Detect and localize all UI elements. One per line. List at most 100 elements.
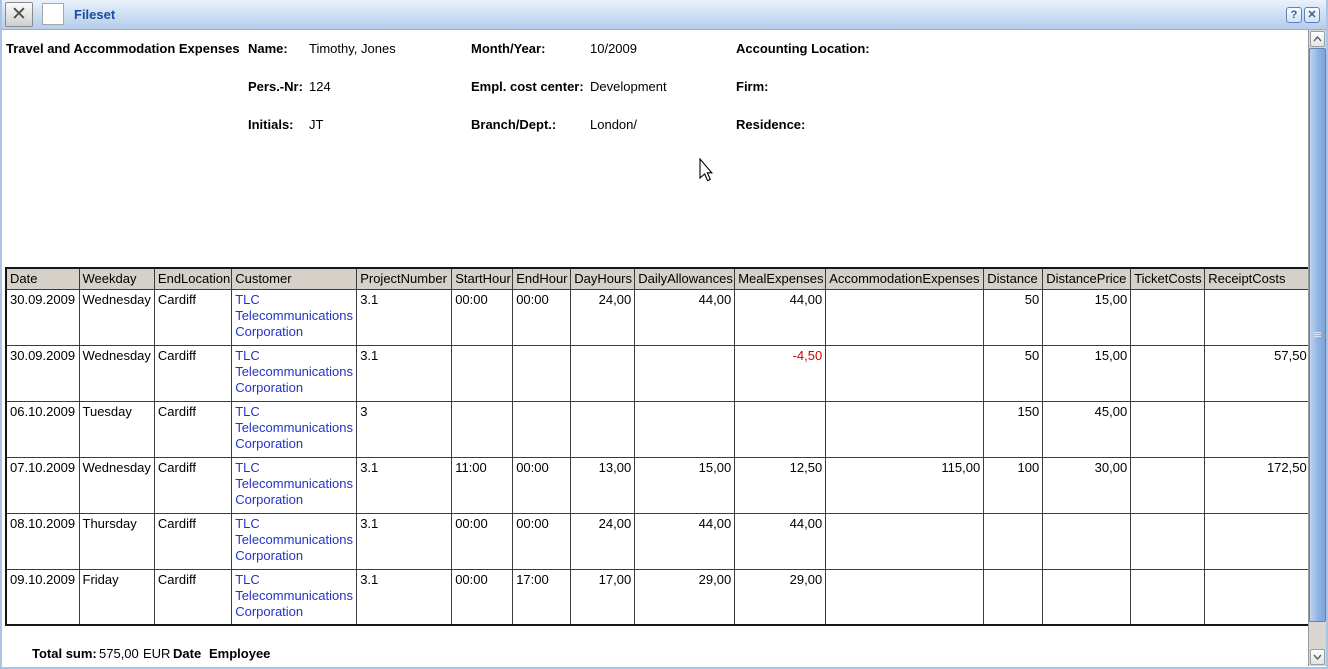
cell-endhour: 17:00 [513,569,571,625]
cell-ticketcosts [1131,457,1205,513]
cell-weekday: Thursday [79,513,154,569]
cell-accommodationexpenses [826,569,984,625]
column-header-weekday: Weekday [79,268,154,289]
cell-date: 30.09.2009 [6,289,79,345]
total-sum-label: Total sum: [32,646,97,661]
cell-distance [984,569,1043,625]
cell-receiptcosts [1205,513,1311,569]
column-header-dayhours: DayHours [571,268,635,289]
column-header-endhour: EndHour [513,268,571,289]
cell-dayhours [571,401,635,457]
vertical-scrollbar[interactable] [1308,30,1326,666]
cell-projectnumber: 3.1 [357,345,452,401]
month-year-value: 10/2009 [590,41,637,56]
cell-distanceprice: 45,00 [1043,401,1131,457]
cell-distance: 100 [984,457,1043,513]
month-year-label: Month/Year: [471,41,545,56]
cell-weekday: Wednesday [79,457,154,513]
cell-distanceprice [1043,513,1131,569]
cell-dailyallowances: 15,00 [635,457,735,513]
fileset-window: ✕ Fileset ? ✕ Travel and Accommodation E… [0,0,1328,669]
cell-weekday: Friday [79,569,154,625]
cell-receiptcosts [1205,401,1311,457]
cell-distanceprice: 15,00 [1043,345,1131,401]
scroll-up-icon[interactable] [1310,31,1325,47]
initials-label: Initials: [248,117,294,132]
page-title: Travel and Accommodation Expenses [6,41,240,56]
cell-distance: 50 [984,345,1043,401]
total-sum-value: 575,00 [99,646,139,661]
firm-label: Firm: [736,79,769,94]
cell-weekday: Wednesday [79,289,154,345]
cell-ticketcosts [1131,513,1205,569]
table-body: 30.09.2009WednesdayCardiffTLC Telecommun… [6,289,1311,625]
cell-receiptcosts [1205,289,1311,345]
cell-customer: TLC Telecommunications Corporation [232,345,357,401]
branch-dept-label: Branch/Dept.: [471,117,556,132]
customer-link[interactable]: TLC Telecommunications Corporation [235,348,353,395]
cell-starthour: 00:00 [452,289,513,345]
cell-starthour: 00:00 [452,513,513,569]
customer-link[interactable]: TLC Telecommunications Corporation [235,460,353,507]
help-icon[interactable]: ? [1286,7,1302,23]
expenses-table: DateWeekdayEndLocationCustomerProjectNum… [5,267,1312,626]
cell-ticketcosts [1131,569,1205,625]
column-header-mealexpenses: MealExpenses [735,268,826,289]
cell-endlocation: Cardiff [154,569,231,625]
table-header-row: DateWeekdayEndLocationCustomerProjectNum… [6,268,1311,289]
cell-dailyallowances [635,345,735,401]
empl-cost-center-label: Empl. cost center: [471,79,584,94]
cell-endhour: 00:00 [513,289,571,345]
cell-dayhours: 17,00 [571,569,635,625]
cell-endhour: 00:00 [513,513,571,569]
cell-endlocation: Cardiff [154,289,231,345]
cell-endlocation: Cardiff [154,401,231,457]
cell-mealexpenses [735,401,826,457]
window-title: Fileset [74,0,115,29]
mouse-cursor-icon [699,158,715,189]
cell-date: 08.10.2009 [6,513,79,569]
customer-link[interactable]: TLC Telecommunications Corporation [235,516,353,563]
cell-mealexpenses: -4,50 [735,345,826,401]
cell-distanceprice: 30,00 [1043,457,1131,513]
cell-dailyallowances: 44,00 [635,289,735,345]
cell-endhour [513,345,571,401]
cell-projectnumber: 3 [357,401,452,457]
column-header-projectnumber: ProjectNumber [357,268,452,289]
cell-projectnumber: 3.1 [357,289,452,345]
cell-mealexpenses: 44,00 [735,289,826,345]
cell-accommodationexpenses: 115,00 [826,457,984,513]
cell-mealexpenses: 12,50 [735,457,826,513]
customer-link[interactable]: TLC Telecommunications Corporation [235,572,353,619]
table-row: 07.10.2009WednesdayCardiffTLC Telecommun… [6,457,1311,513]
cell-dailyallowances [635,401,735,457]
window-menu-close-icon[interactable]: ✕ [5,2,33,27]
cell-receiptcosts: 172,50 [1205,457,1311,513]
column-header-endlocation: EndLocation [154,268,231,289]
close-icon[interactable]: ✕ [1304,7,1320,23]
cell-date: 06.10.2009 [6,401,79,457]
branch-dept-value: London/ [590,117,637,132]
cell-distance [984,513,1043,569]
date-signature-label: Date [173,646,201,661]
column-header-receiptcosts: ReceiptCosts [1205,268,1311,289]
scrollbar-thumb[interactable] [1309,48,1326,622]
cell-ticketcosts [1131,289,1205,345]
empl-cost-center-value: Development [590,79,667,94]
customer-link[interactable]: TLC Telecommunications Corporation [235,404,353,451]
customer-link[interactable]: TLC Telecommunications Corporation [235,292,353,339]
currency-label: EUR [143,646,170,661]
cell-mealexpenses: 44,00 [735,513,826,569]
cell-endhour: 00:00 [513,457,571,513]
cell-starthour [452,401,513,457]
cell-endlocation: Cardiff [154,457,231,513]
cell-customer: TLC Telecommunications Corporation [232,457,357,513]
initials-value: JT [309,117,323,132]
scroll-down-icon[interactable] [1310,649,1325,665]
column-header-date: Date [6,268,79,289]
cell-date: 30.09.2009 [6,345,79,401]
titlebar: ✕ Fileset ? ✕ [2,0,1326,30]
cell-weekday: Wednesday [79,345,154,401]
cell-distance: 150 [984,401,1043,457]
table-row: 09.10.2009FridayCardiffTLC Telecommunica… [6,569,1311,625]
